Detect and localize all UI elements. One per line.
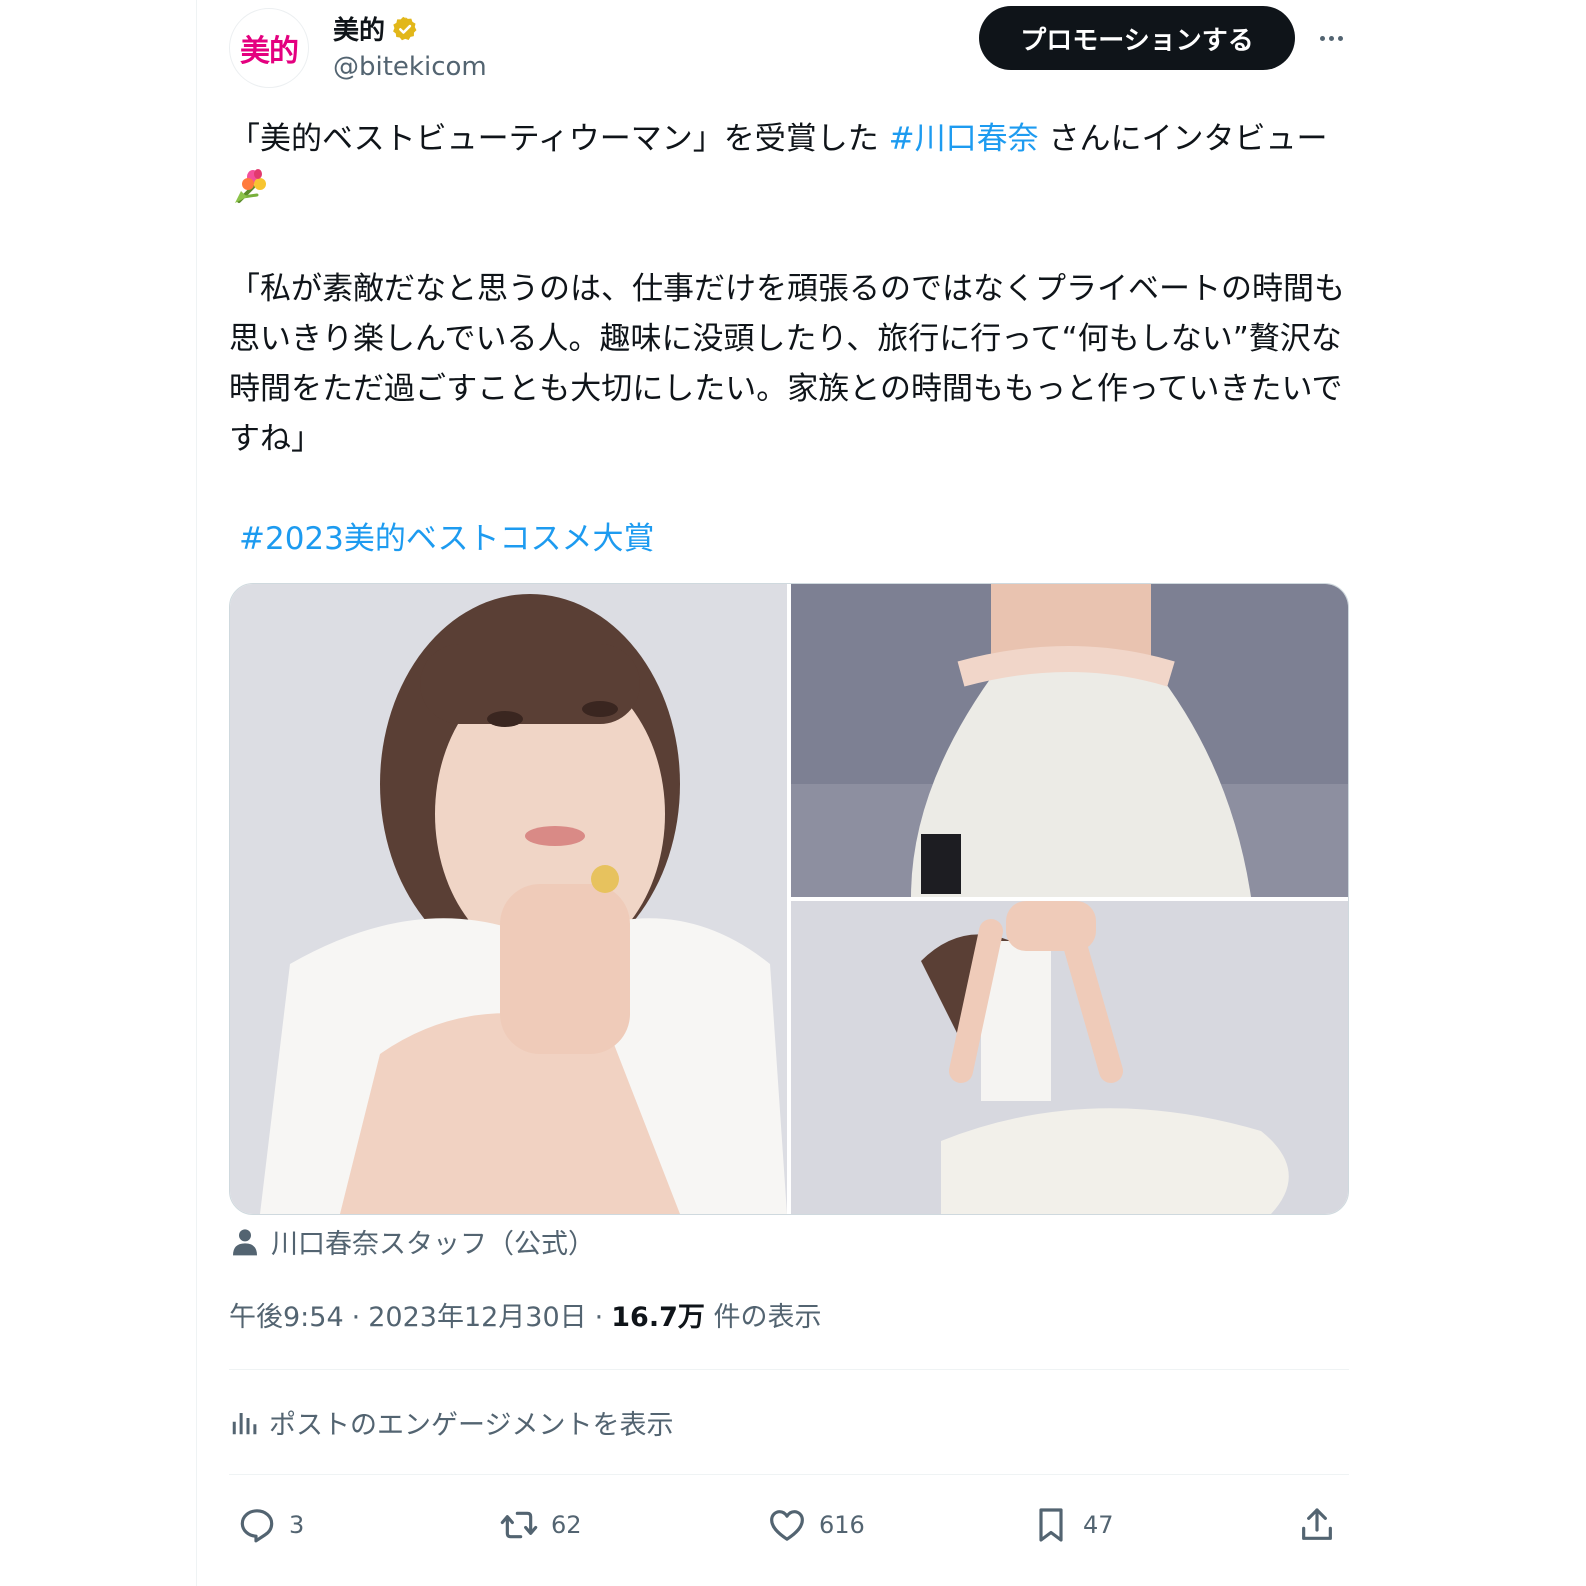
promote-button[interactable]: プロモーションする [979, 6, 1295, 70]
like-count: 616 [819, 1511, 865, 1539]
share-button[interactable] [1297, 1495, 1337, 1555]
bouquet-emoji [235, 169, 266, 203]
reply-button[interactable]: 3 [237, 1495, 304, 1555]
like-button[interactable]: 616 [767, 1495, 865, 1555]
like-icon [770, 1510, 804, 1541]
analytics-icon [232, 1412, 257, 1434]
divider [229, 1369, 1349, 1370]
avatar[interactable]: 美的 [229, 8, 309, 88]
views-label: 件の表示 [713, 1302, 822, 1333]
post-time[interactable]: 午後9:54 [229, 1295, 344, 1334]
more-icon[interactable] [1311, 20, 1351, 56]
post-text: 「美的ベストビューティウーマン」を受賞した #川口春奈 さんにインタビュー 「私… [229, 114, 1349, 564]
repost-icon [500, 1511, 538, 1539]
post-text-intro-end: さんにインタビュー [1038, 121, 1328, 157]
person-icon [233, 1228, 257, 1255]
photo-crouch-image [791, 901, 1348, 1214]
bookmark-button[interactable]: 47 [1031, 1495, 1114, 1555]
author-name[interactable]: 美的 [333, 10, 419, 47]
post-meta: 午後9:54 · 2023年12月30日 · 16.7万 件の表示 [229, 1295, 821, 1334]
divider [229, 1474, 1349, 1475]
view-engagement-label: ポストのエンゲージメントを表示 [269, 1410, 674, 1441]
views-count: 16.7万 [611, 1302, 705, 1333]
media-grid [229, 583, 1349, 1215]
post-text-intro: 「美的ベストビューティウーマン」を受賞した [229, 121, 889, 157]
action-bar: 3 62 616 47 [229, 1495, 1349, 1555]
avatar-logo: 美的 [240, 34, 299, 69]
verified-badge-icon [393, 16, 417, 40]
share-icon [1302, 1508, 1332, 1540]
author-display-name[interactable]: 美的 [333, 10, 385, 47]
photo-portrait-image [230, 584, 787, 1214]
timeline-border [196, 0, 197, 1586]
meta-separator: · [594, 1302, 604, 1333]
view-engagement-link[interactable]: ポストのエンゲージメントを表示 [229, 1403, 673, 1442]
bookmark-icon [1039, 1508, 1063, 1542]
post: 美的 美的 @bitekicom プロモーションする 「美的ベストビューティウー… [229, 0, 1349, 1586]
reply-icon [240, 1509, 274, 1543]
hashtag-link[interactable]: #川口春奈 [889, 121, 1039, 157]
post-date[interactable]: 2023年12月30日 [368, 1295, 586, 1334]
repost-button[interactable]: 62 [499, 1495, 582, 1555]
photo-crouch[interactable] [791, 901, 1348, 1214]
reply-count: 3 [289, 1511, 305, 1539]
author-handle[interactable]: @bitekicom [333, 52, 487, 82]
photo-dress[interactable] [791, 584, 1348, 897]
photo-portrait[interactable] [230, 584, 787, 1214]
photo-credit-label: 川口春奈スタッフ（公式） [271, 1229, 595, 1260]
photo-dress-image [791, 584, 1348, 897]
bookmark-count: 47 [1083, 1511, 1114, 1539]
repost-count: 62 [551, 1511, 582, 1539]
photo-credit[interactable]: 川口春奈スタッフ（公式） [229, 1222, 595, 1261]
hashtag-link-award[interactable]: #2023美的ベストコスメ大賞 [229, 521, 655, 557]
post-quote: 「私が素敵だなと思うのは、仕事だけを頑張るのではなくプライベートの時間も思いきり… [229, 271, 1345, 457]
meta-separator: · [351, 1302, 361, 1333]
